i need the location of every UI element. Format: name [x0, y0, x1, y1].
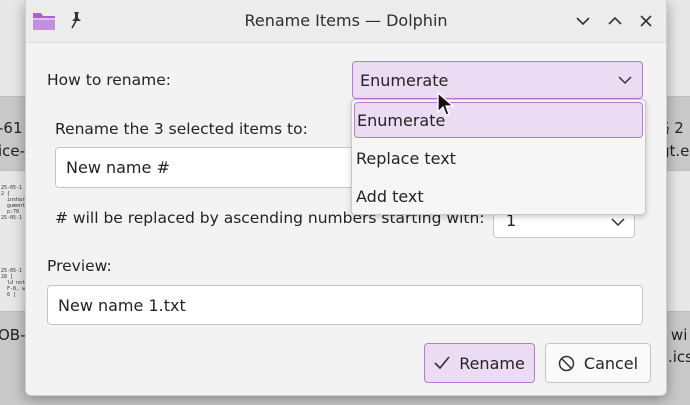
preview-field: New name 1.txt	[47, 285, 643, 325]
preview-value: New name 1.txt	[58, 295, 186, 315]
new-name-field[interactable]: New name #	[55, 147, 365, 188]
rename-mode-dropdown: Enumerate Replace text Add text	[351, 99, 646, 215]
title-bar: Rename Items — Dolphin	[26, 0, 666, 43]
option-replace-text[interactable]: Replace text	[354, 140, 643, 176]
minimize-button[interactable]	[573, 11, 593, 31]
background-thumbnail	[665, 0, 690, 97]
option-label: Enumerate	[357, 110, 446, 130]
rename-mode-combobox[interactable]: Enumerate	[352, 61, 643, 99]
cancel-circle-icon	[558, 355, 575, 371]
option-label: Add text	[356, 186, 424, 206]
chevron-up-icon	[608, 16, 622, 25]
background-thumbnail	[0, 0, 27, 97]
chevron-down-icon	[618, 76, 632, 85]
rename-button[interactable]: Rename	[424, 343, 535, 383]
option-enumerate[interactable]: Enumerate	[354, 102, 643, 138]
close-button[interactable]	[636, 11, 656, 31]
background-thumbnail	[665, 170, 690, 312]
rename-button-label: Rename	[459, 353, 525, 373]
option-add-text[interactable]: Add text	[354, 178, 643, 214]
mouse-cursor-icon	[437, 92, 455, 116]
rename-to-label: Rename the 3 selected items to:	[55, 120, 308, 138]
new-name-value: New name #	[66, 158, 170, 177]
checkmark-icon	[434, 356, 450, 370]
rename-dialog: Rename Items — Dolphin How to rename: Re…	[25, 0, 667, 396]
background-filename: -61	[0, 119, 23, 137]
cancel-button[interactable]: Cancel	[545, 343, 651, 383]
background-filename: ice-	[0, 142, 26, 160]
chevron-down-icon[interactable]	[611, 217, 625, 227]
preview-label: Preview:	[47, 257, 112, 275]
option-label: Replace text	[356, 148, 456, 168]
how-to-rename-label: How to rename:	[47, 71, 171, 89]
background-filename: OB-	[0, 326, 26, 344]
background-filename: .ics	[668, 348, 690, 366]
rename-mode-value: Enumerate	[360, 70, 449, 90]
chevron-down-icon	[576, 17, 590, 26]
maximize-button[interactable]	[605, 11, 625, 31]
cancel-button-label: Cancel	[583, 353, 639, 373]
window-title: Rename Items — Dolphin	[244, 11, 448, 30]
close-icon	[640, 15, 652, 27]
